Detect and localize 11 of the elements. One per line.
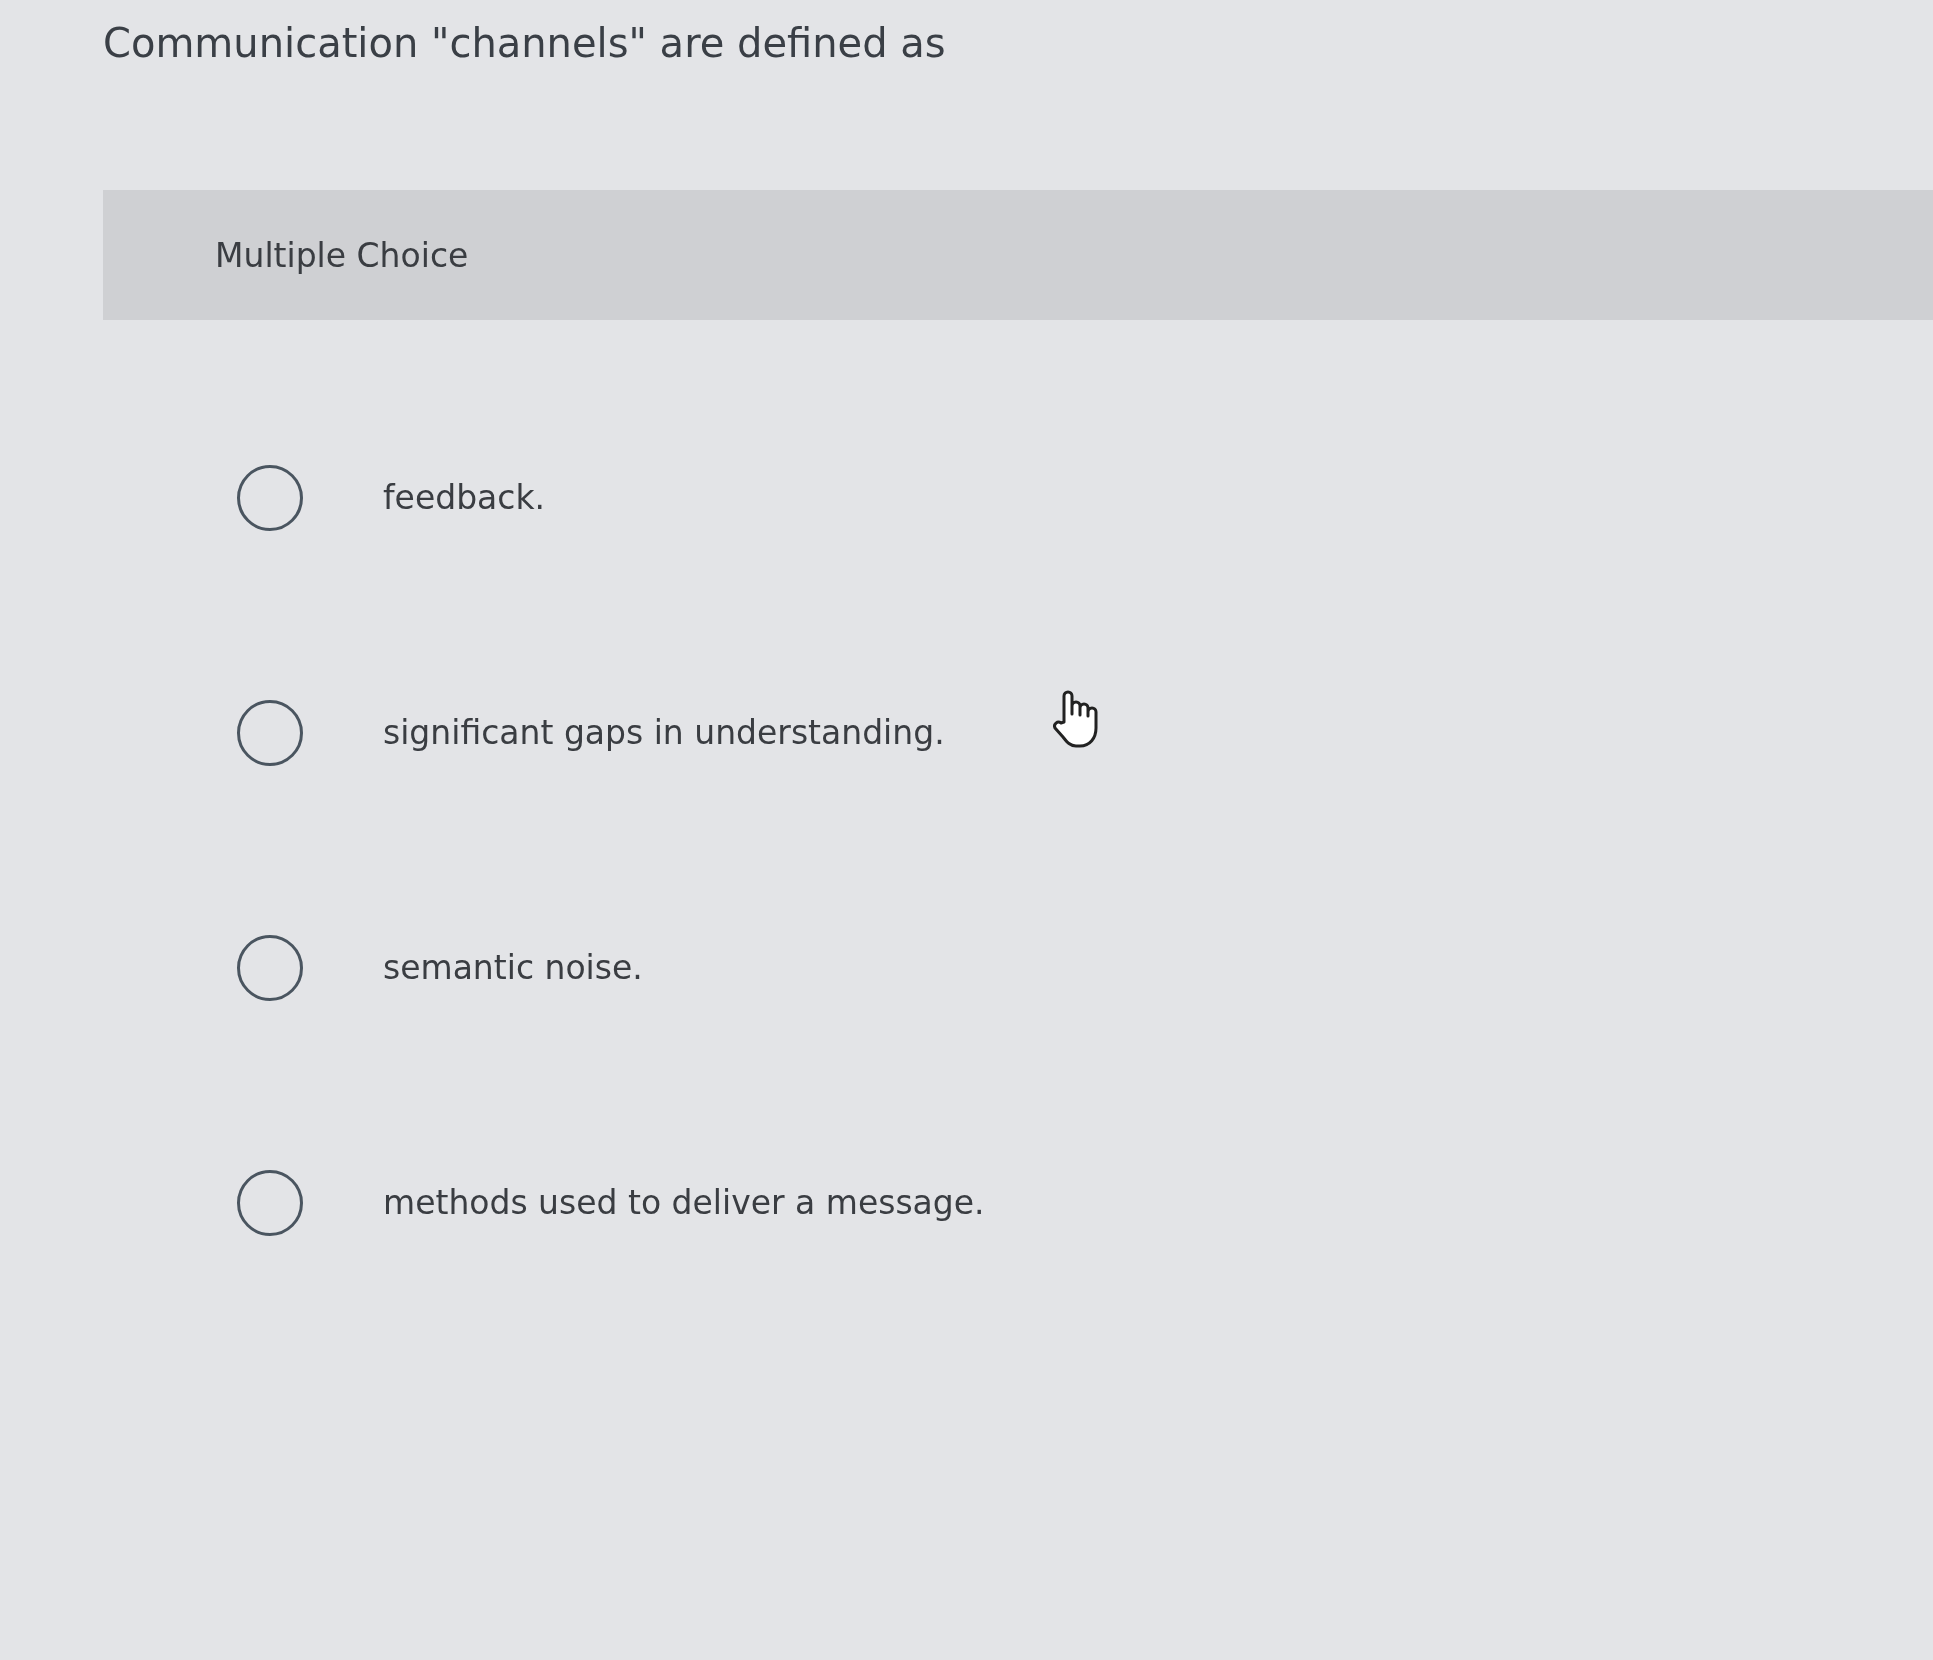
radio-button[interactable]	[237, 934, 303, 1001]
radio-button[interactable]	[237, 1169, 303, 1236]
option-label: feedback.	[383, 478, 546, 517]
question-type: Multiple Choice	[215, 235, 469, 275]
option-label: significant gaps in understanding.	[383, 713, 945, 752]
option-label: methods used to deliver a message.	[383, 1183, 985, 1222]
option-label: semantic noise.	[383, 948, 643, 987]
radio-button[interactable]	[237, 464, 303, 531]
question-text: Communication "channels" are defined as	[102, 19, 947, 68]
hand-cursor-icon	[1050, 690, 1100, 750]
radio-button[interactable]	[237, 699, 303, 766]
